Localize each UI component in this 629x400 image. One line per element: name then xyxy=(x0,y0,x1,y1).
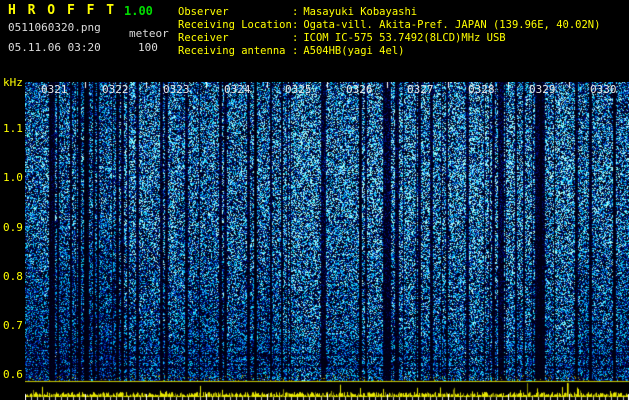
hrofft-window: { "titlebar": { "app_name": "H R O F F T… xyxy=(0,0,629,400)
info-row-observer: Observer: Masayuki Kobayashi xyxy=(178,6,600,19)
freq-tick-label: 0.8 xyxy=(3,270,23,283)
observation-datetime: 05.11.06 03:20 xyxy=(8,41,101,54)
info-separator: : xyxy=(292,6,299,18)
info-label: Receiver xyxy=(178,32,229,44)
observation-mode: meteor xyxy=(129,27,169,40)
info-value: A504HB(yagi 4el) xyxy=(303,45,405,57)
time-tick-label: 0329 xyxy=(529,83,556,96)
time-tick-label: 0322 xyxy=(102,83,129,96)
info-row-location: Receiving Location: Ogata-vill. Akita-Pre… xyxy=(178,19,600,32)
info-separator: : xyxy=(292,32,299,44)
info-value: Masayuki Kobayashi xyxy=(303,6,418,18)
freq-tick-label: 1.0 xyxy=(3,171,23,184)
app-title: H R O F F T xyxy=(8,3,117,18)
info-value: ICOM IC-575 53.7492(8LCD)MHz USB xyxy=(303,32,506,44)
gain-value: 100 xyxy=(138,41,158,54)
info-value: Ogata-vill. Akita-Pref. JAPAN (139.96E, … xyxy=(303,19,601,31)
info-label: Receiving antenna xyxy=(178,45,286,57)
time-tick-label: 0324 xyxy=(224,83,251,96)
time-tick-label: 0321 xyxy=(41,83,68,96)
info-label: Observer xyxy=(178,6,229,18)
info-panel: Observer: Masayuki Kobayashi Receiving Lo… xyxy=(178,6,600,58)
app-version: 1.00 xyxy=(124,4,153,18)
time-tick-label: 0328 xyxy=(468,83,495,96)
output-filename: 0511060320.png xyxy=(8,21,101,34)
info-separator: : xyxy=(292,45,299,57)
time-tick-label: 0326 xyxy=(346,83,373,96)
spectrogram-canvas xyxy=(25,82,629,400)
time-tick-label: 0325 xyxy=(285,83,312,96)
time-tick-label: 0327 xyxy=(407,83,434,96)
freq-tick-label: 0.7 xyxy=(3,319,23,332)
info-row-antenna: Receiving antenna: A504HB(yagi 4el) xyxy=(178,45,600,58)
freq-unit-label: kHz xyxy=(3,76,23,89)
time-tick-label: 0323 xyxy=(163,83,190,96)
info-row-receiver: Receiver: ICOM IC-575 53.7492(8LCD)MHz US… xyxy=(178,32,600,45)
info-label: Receiving Location xyxy=(178,19,292,31)
time-tick-label: 0330 xyxy=(590,83,617,96)
freq-tick-label: 0.6 xyxy=(3,368,23,381)
freq-tick-label: 1.1 xyxy=(3,122,23,135)
freq-tick-label: 0.9 xyxy=(3,221,23,234)
info-separator: : xyxy=(292,19,299,31)
